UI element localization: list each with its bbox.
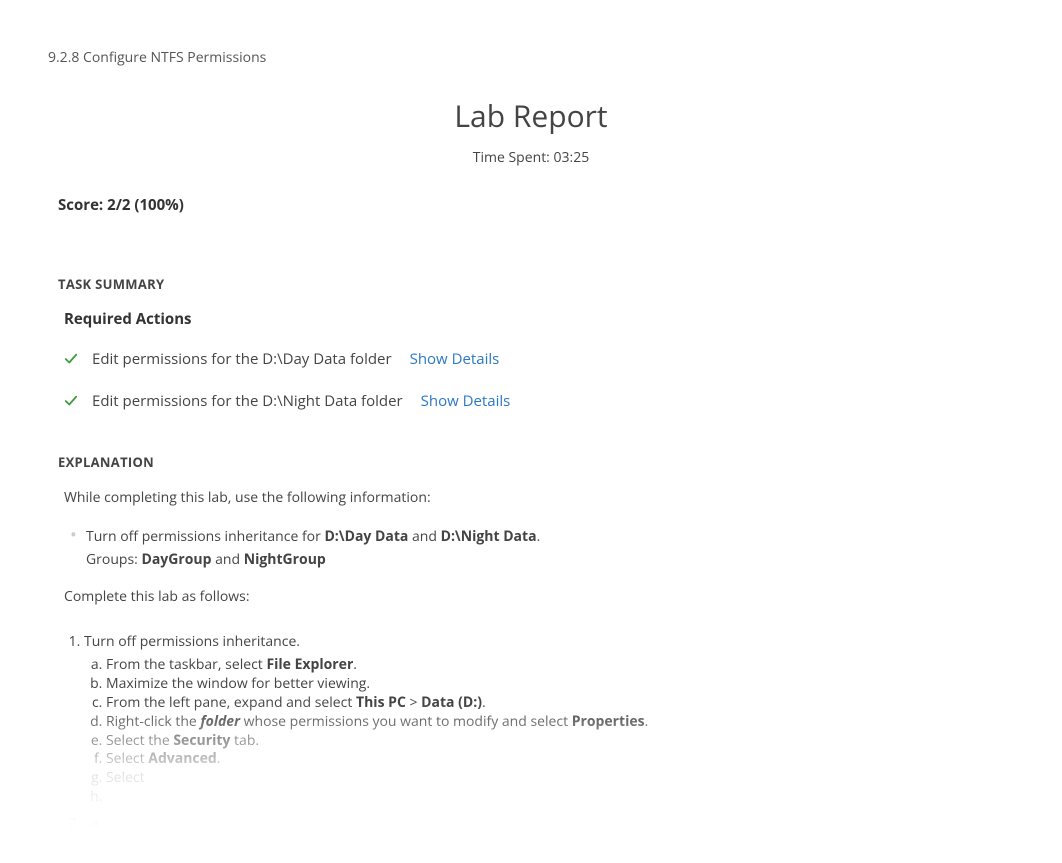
substep-item <box>106 788 1004 807</box>
text-italic: folder <box>200 712 240 731</box>
score-line: Score: 2/2 (100%) <box>58 195 1004 215</box>
time-spent: Time Spent: 03:25 <box>58 148 1004 167</box>
step-text: Turn off permissions inheritance. <box>84 632 300 651</box>
page-title: Lab Report <box>58 95 1004 136</box>
text: . <box>482 693 486 712</box>
action-text: Edit permissions for the D:\Day Data fol… <box>92 349 392 369</box>
text: . <box>353 655 357 674</box>
substep-item: Maximize the window for better viewing. <box>106 675 1004 694</box>
text-bold: File Explorer <box>266 655 353 674</box>
time-spent-value: 03:25 <box>554 148 590 167</box>
score-value: 2/2 (100%) <box>107 195 184 215</box>
action-row: Edit permissions for the D:\Night Data f… <box>58 383 1004 419</box>
substep-item <box>106 834 1004 853</box>
text: Turn off permissions inheritance for <box>86 527 324 546</box>
text: Right-click the <box>106 712 200 731</box>
info-line: Turn off permissions inheritance for D:\… <box>86 526 1004 547</box>
text-bold: Security <box>173 731 230 750</box>
text: tab. <box>230 731 259 750</box>
lab-report-card: Lab Report Time Spent: 03:25 Score: 2/2 … <box>48 85 1014 853</box>
text: Groups: <box>86 550 141 569</box>
text-bold: NightGroup <box>244 550 326 569</box>
text: . <box>217 749 221 768</box>
substep-item: Right-click the folder whose permissions… <box>106 713 1004 732</box>
breadcrumb: 9.2.8 Configure NTFS Permissions <box>48 48 1014 67</box>
text: Select <box>106 749 148 768</box>
steps-list: Turn off permissions inheritance. From t… <box>64 631 1004 853</box>
substep-item <box>106 815 1004 834</box>
action-row: Edit permissions for the D:\Day Data fol… <box>58 341 1004 377</box>
complete-intro: Complete this lab as follows: <box>64 586 1004 607</box>
bullet-icon: • <box>70 526 80 572</box>
show-details-link[interactable]: Show Details <box>421 391 511 411</box>
substep-item: Select <box>106 769 1004 788</box>
explanation-intro: While completing this lab, use the follo… <box>64 487 1004 508</box>
text-bold: D:\Day Data <box>324 527 408 546</box>
text: and <box>408 527 440 546</box>
show-details-link[interactable]: Show Details <box>410 349 500 369</box>
info-bullet: • Turn off permissions inheritance for D… <box>64 526 1004 572</box>
action-text: Edit permissions for the D:\Night Data f… <box>92 391 403 411</box>
text-bold: DayGroup <box>141 550 211 569</box>
time-spent-label: Time Spent: <box>473 148 550 167</box>
substeps-list <box>84 815 1004 853</box>
text: Select the <box>106 731 173 750</box>
substep-item: Select Advanced. <box>106 750 1004 769</box>
text-bold: Properties <box>572 712 645 731</box>
info-line: Groups: DayGroup and NightGroup <box>86 549 1004 570</box>
text: > <box>406 693 421 712</box>
text: From the taskbar, select <box>106 655 266 674</box>
text: Maximize the window for better viewing. <box>106 674 370 693</box>
score-label: Score: <box>58 195 103 215</box>
text-bold: D:\Night Data <box>441 527 537 546</box>
substeps-list: From the taskbar, select File Explorer. … <box>84 656 1004 807</box>
step-item: Turn off permissions inheritance. From t… <box>84 631 1004 807</box>
check-icon <box>64 394 78 408</box>
text: . <box>537 527 541 546</box>
step-item <box>84 813 1004 853</box>
task-summary-heading: TASK SUMMARY <box>58 275 1004 293</box>
substep-item: From the taskbar, select File Explorer. <box>106 656 1004 675</box>
text: whose permissions you want to modify and… <box>240 712 572 731</box>
required-actions-heading: Required Actions <box>64 309 1004 329</box>
explanation-body: While completing this lab, use the follo… <box>58 487 1004 853</box>
explanation-heading: EXPLANATION <box>58 453 1004 471</box>
text: Select <box>106 768 145 787</box>
text: and <box>211 550 243 569</box>
substep-item: Select the Security tab. <box>106 732 1004 751</box>
text-bold: Advanced <box>148 749 216 768</box>
text-bold: Data (D:) <box>421 693 482 712</box>
text-bold: This PC <box>356 693 406 712</box>
text: From the left pane, expand and select <box>106 693 356 712</box>
text: . <box>645 712 649 731</box>
substep-item: From the left pane, expand and select Th… <box>106 694 1004 713</box>
check-icon <box>64 352 78 366</box>
